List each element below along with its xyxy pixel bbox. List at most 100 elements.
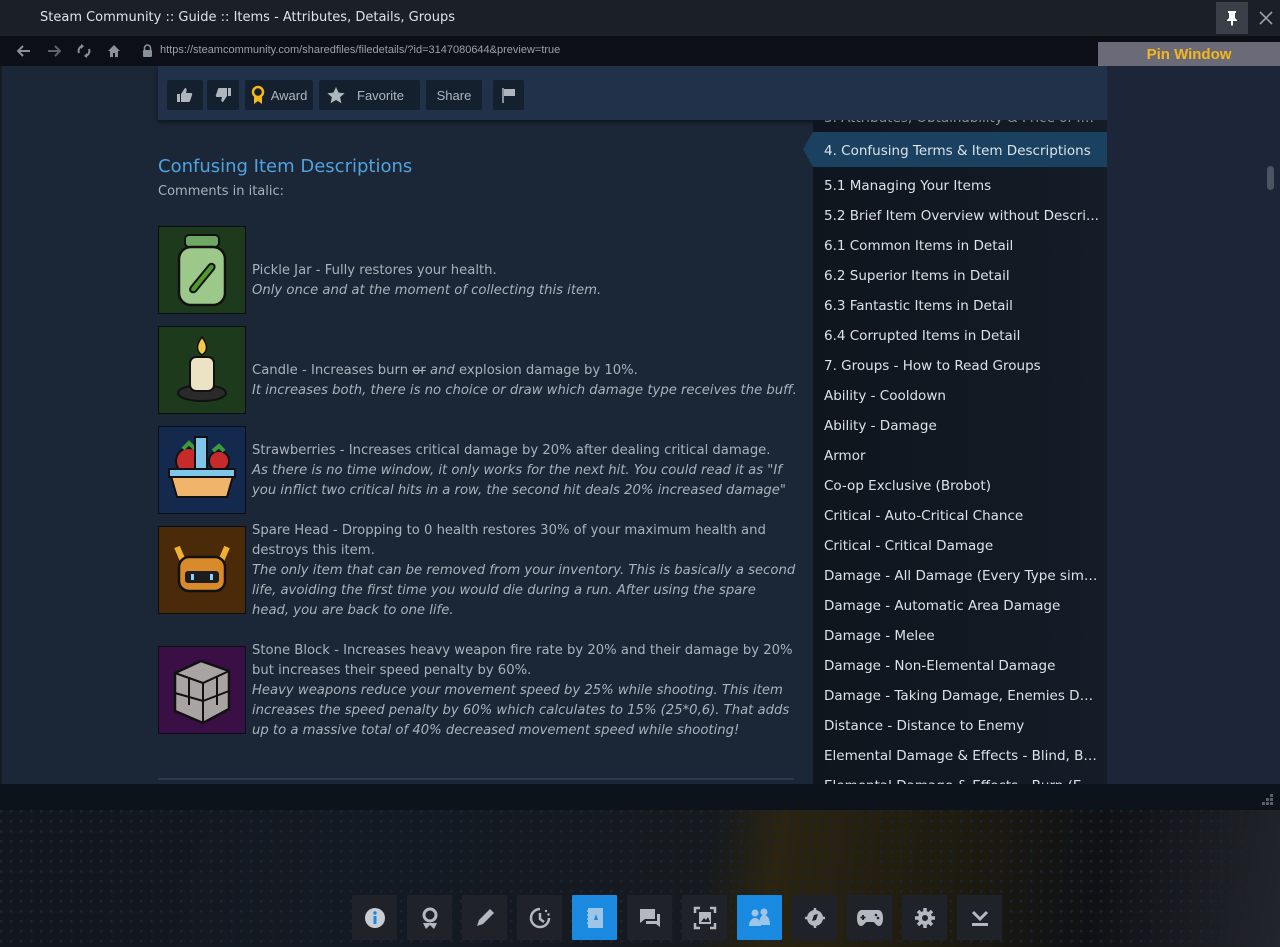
item-comment: It increases both, there is no choice or…: [252, 383, 797, 398]
toc-item[interactable]: Distance - Distance to Enemy: [824, 718, 1099, 734]
candle-icon: [177, 335, 227, 402]
toc-item[interactable]: Damage - Non-Elemental Damage: [824, 658, 1099, 674]
strikethrough-text: or: [412, 363, 426, 378]
dock-button-browser[interactable]: [792, 895, 837, 940]
page-edge: [0, 66, 2, 784]
status-bar: [0, 784, 1280, 810]
share-label: Share: [436, 87, 472, 103]
award-ribbon-icon: [251, 85, 264, 104]
url-bar[interactable]: https://steamcommunity.com/sharedfiles/f…: [160, 44, 560, 56]
item-description: Spare Head - Dropping to 0 health restor…: [252, 523, 766, 558]
toc-item[interactable]: 6.1 Common Items in Detail: [824, 238, 1099, 254]
pin-window-button[interactable]: [1216, 2, 1248, 34]
resize-grip-icon[interactable]: [1260, 792, 1274, 806]
guide-action-bar: Award Favorite Share: [158, 66, 1108, 120]
arrow-left-icon: [17, 45, 30, 57]
overlay-dock: [352, 895, 1002, 941]
lock-icon: [136, 40, 158, 62]
share-button[interactable]: Share: [426, 80, 482, 110]
discussions-icon: [639, 908, 660, 927]
favorite-button[interactable]: Favorite: [319, 80, 420, 110]
toc-active-arrow: [803, 132, 813, 167]
toc-item-active[interactable]: 4. Confusing Terms & Item Descriptions: [824, 143, 1099, 159]
toc-item[interactable]: 6.4 Corrupted Items in Detail: [824, 328, 1099, 344]
pin-icon: [1227, 11, 1237, 26]
browser-navbar: https://steamcommunity.com/sharedfiles/f…: [0, 36, 1280, 66]
browser-compass-icon: [804, 907, 825, 928]
home-button[interactable]: [103, 40, 125, 62]
star-icon: [327, 86, 345, 103]
toc-item[interactable]: 6.2 Superior Items in Detail: [824, 268, 1099, 284]
section-title: Confusing Item Descriptions: [158, 156, 413, 177]
dock-button-friends[interactable]: [737, 895, 782, 940]
screenshot-icon: [693, 906, 716, 929]
toc-item[interactable]: 3. Attributes, Obtainability & Price of …: [824, 120, 1099, 126]
close-button[interactable]: [1252, 2, 1280, 34]
achievements-icon: [422, 907, 437, 929]
toc-item[interactable]: Ability - Damage: [824, 418, 1099, 434]
window-title: Steam Community :: Guide :: Items - Attr…: [40, 10, 456, 25]
toc-item[interactable]: 6.3 Fantastic Items in Detail: [824, 298, 1099, 314]
arrow-right-icon: [48, 45, 61, 57]
item-comment: As there is no time window, it only work…: [252, 463, 786, 498]
item-comment: The only item that can be removed from y…: [252, 563, 796, 618]
report-button[interactable]: [493, 80, 524, 110]
item-description: Strawberries - Increases critical damage…: [252, 443, 771, 458]
toc-item[interactable]: 7. Groups - How to Read Groups: [824, 358, 1099, 374]
dock-button-downloads[interactable]: [957, 895, 1002, 940]
close-icon: [1259, 11, 1273, 25]
guide-toc: 3. Attributes, Obtainability & Price of …: [813, 120, 1107, 784]
right-panel: [1107, 66, 1280, 784]
award-label: Award: [270, 87, 308, 103]
forward-button[interactable]: [43, 40, 65, 62]
content-divider: [158, 778, 794, 780]
thumbs-up-icon: [177, 88, 193, 102]
back-button[interactable]: [13, 40, 35, 62]
thumbs-up-button[interactable]: [167, 80, 203, 110]
toc-item[interactable]: Damage - Automatic Area Damage: [824, 598, 1099, 614]
item-description: Pickle Jar - Fully restores your health.: [252, 263, 497, 278]
pin-window-tooltip: Pin Window: [1098, 42, 1280, 66]
friends-icon: [748, 908, 770, 926]
item-comment: Heavy weapons reduce your movement speed…: [252, 683, 790, 738]
toc-item[interactable]: Armor: [824, 448, 1099, 464]
dock-button-guides[interactable]: [572, 895, 617, 940]
dock-button-settings[interactable]: [902, 895, 947, 940]
stone-block-icon: [173, 659, 231, 725]
toc-item[interactable]: Co-op Exclusive (Brobot): [824, 478, 1099, 494]
dock-button-controller[interactable]: [847, 895, 892, 940]
toc-item[interactable]: 5.1 Managing Your Items: [824, 178, 1099, 194]
favorite-label: Favorite: [357, 87, 404, 103]
toc-item[interactable]: Damage - Melee: [824, 628, 1099, 644]
dock-button-info[interactable]: [352, 895, 397, 940]
pickle-jar-image: [158, 226, 246, 314]
desc-text: explosion damage by 10%.: [454, 363, 638, 378]
spare-head-icon: [174, 545, 230, 593]
toc-item[interactable]: Elemental Damage & Effects - Blind, Bu..…: [824, 748, 1099, 764]
dock-button-discussions[interactable]: [627, 895, 672, 940]
dock-button-timer[interactable]: [517, 895, 562, 940]
thumbs-down-icon: [215, 88, 231, 102]
toc-item[interactable]: Critical - Auto-Critical Chance: [824, 508, 1099, 524]
toc-item[interactable]: Ability - Cooldown: [824, 388, 1099, 404]
award-button[interactable]: Award: [245, 80, 313, 110]
thumbs-down-button[interactable]: [207, 80, 239, 110]
dock-button-achievements[interactable]: [407, 895, 452, 940]
toc-item[interactable]: Damage - Taking Damage, Enemies Da...: [824, 688, 1099, 704]
controller-icon: [856, 909, 883, 926]
reload-icon: [77, 44, 91, 58]
section-subtitle: Comments in italic:: [158, 184, 285, 199]
flag-icon: [501, 88, 515, 103]
toc-item[interactable]: Critical - Critical Damage: [824, 538, 1099, 554]
scrollbar-thumb[interactable]: [1267, 166, 1274, 190]
notes-pencil-icon: [476, 908, 494, 926]
dock-button-notes[interactable]: [462, 895, 507, 940]
toc-item[interactable]: Damage - All Damage (Every Type simu...: [824, 568, 1099, 584]
italic-text: and: [429, 363, 455, 378]
desc-text: Candle - Increases burn: [252, 363, 413, 378]
guide-page: Award Favorite Share Confusing Item Desc…: [0, 66, 1280, 784]
toc-item[interactable]: 5.2 Brief Item Overview without Descri..…: [824, 208, 1099, 224]
dock-button-screenshots[interactable]: [682, 895, 727, 940]
item-comment: Only once and at the moment of collectin…: [252, 283, 602, 298]
reload-button[interactable]: [73, 40, 95, 62]
